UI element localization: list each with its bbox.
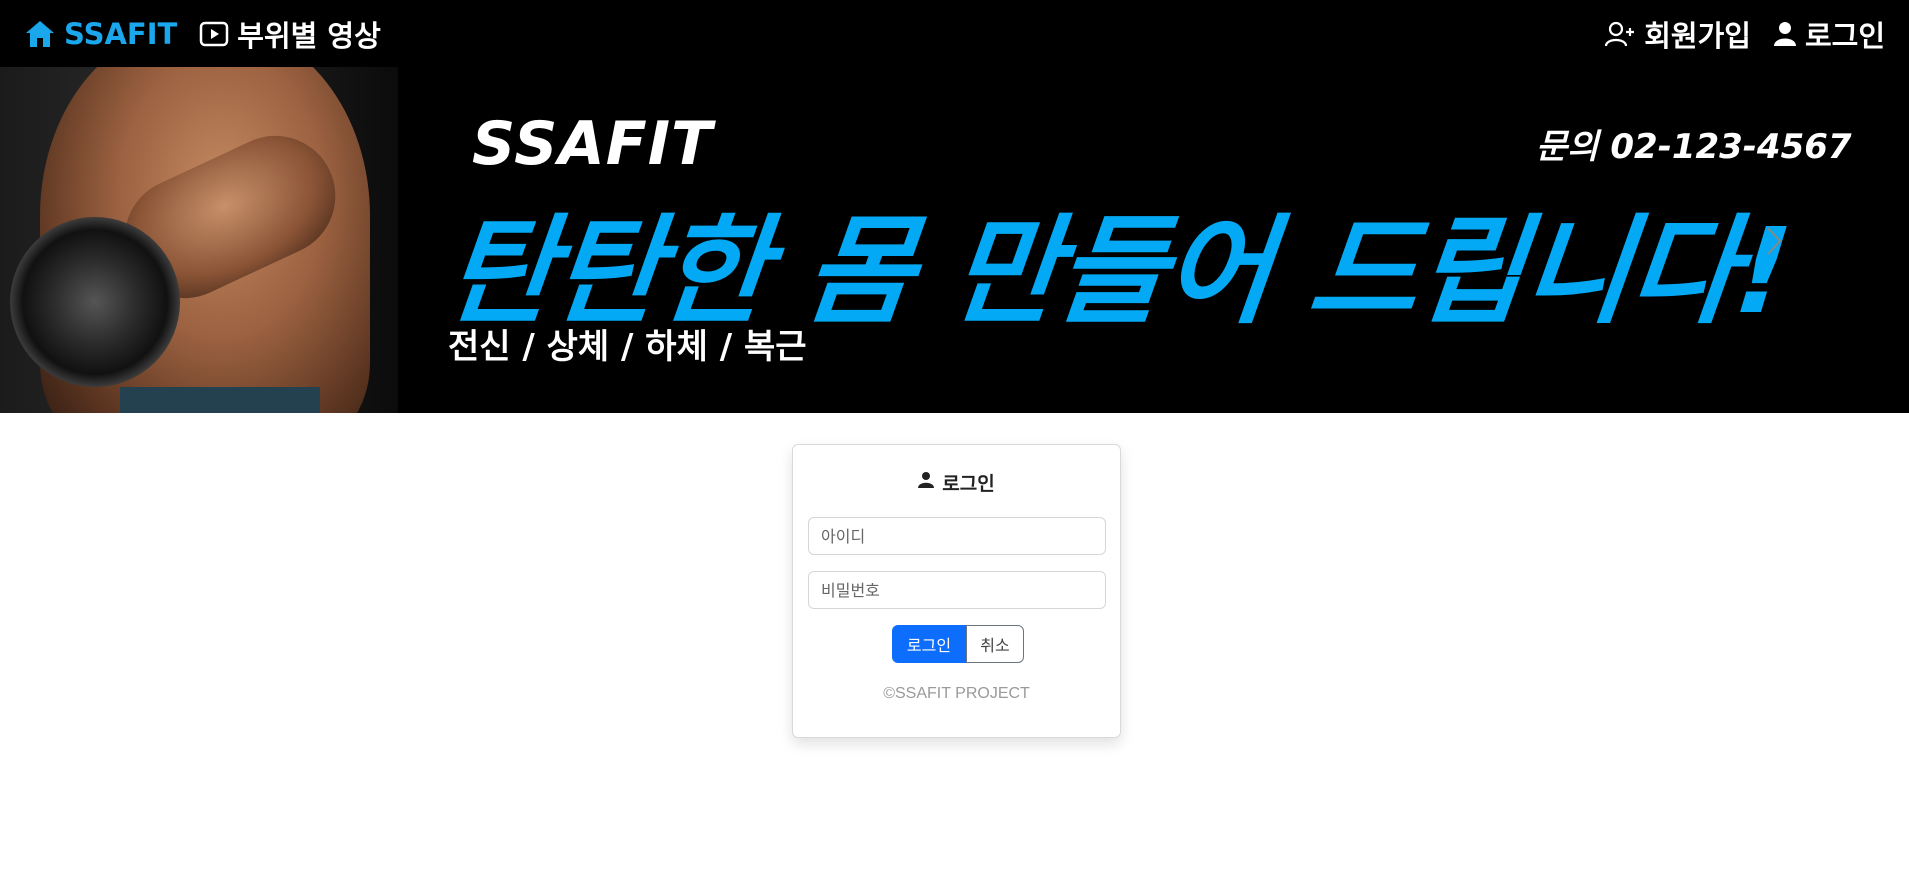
person-icon — [918, 471, 935, 494]
login-button-group: 로그인 취소 — [892, 625, 1024, 663]
nav-videos-link[interactable]: 부위별 영상 — [199, 13, 381, 55]
nav-login-link[interactable]: 로그인 — [1773, 13, 1885, 55]
top-navbar: SSAFIT 부위별 영상 회원가입 로그인 — [0, 0, 1909, 67]
chevron-right-icon[interactable] — [1760, 224, 1786, 258]
banner-image-bodybuilder — [0, 67, 398, 413]
nav-login-label: 로그인 — [1804, 18, 1885, 53]
login-title-label: 로그인 — [942, 473, 995, 495]
footer-copyright: ©SSAFIT PROJECT — [883, 685, 1030, 702]
nav-videos-label: 부위별 영상 — [237, 18, 381, 53]
login-card-title: 로그인 — [793, 469, 1120, 496]
brand-link[interactable]: SSAFIT — [24, 17, 177, 51]
nav-right: 회원가입 로그인 — [1604, 13, 1885, 55]
brand-label: SSAFIT — [64, 16, 178, 51]
banner-brand: SSAFIT — [472, 109, 713, 179]
nav-signup-link[interactable]: 회원가입 — [1604, 13, 1751, 55]
person-plus-icon — [1604, 20, 1636, 48]
login-card: 로그인 로그인 취소 ©SSAFIT PROJECT — [792, 444, 1121, 738]
play-icon — [199, 21, 229, 47]
login-button[interactable]: 로그인 — [892, 625, 966, 663]
cancel-button[interactable]: 취소 — [966, 625, 1024, 663]
banner-subtitle: 전신 / 상체 / 하체 / 복근 — [448, 327, 807, 367]
nav-signup-label: 회원가입 — [1644, 18, 1751, 53]
hero-banner: SSAFIT 문의 02-123-4567 탄탄한 몸 만들어 드립니다! 전신… — [0, 67, 1909, 413]
nav-left: SSAFIT 부위별 영상 — [24, 13, 381, 55]
home-icon — [24, 19, 56, 49]
banner-contact: 문의 02-123-4567 — [1536, 127, 1852, 167]
username-input[interactable] — [808, 517, 1106, 555]
person-icon — [1773, 21, 1797, 47]
password-input[interactable] — [808, 571, 1106, 609]
